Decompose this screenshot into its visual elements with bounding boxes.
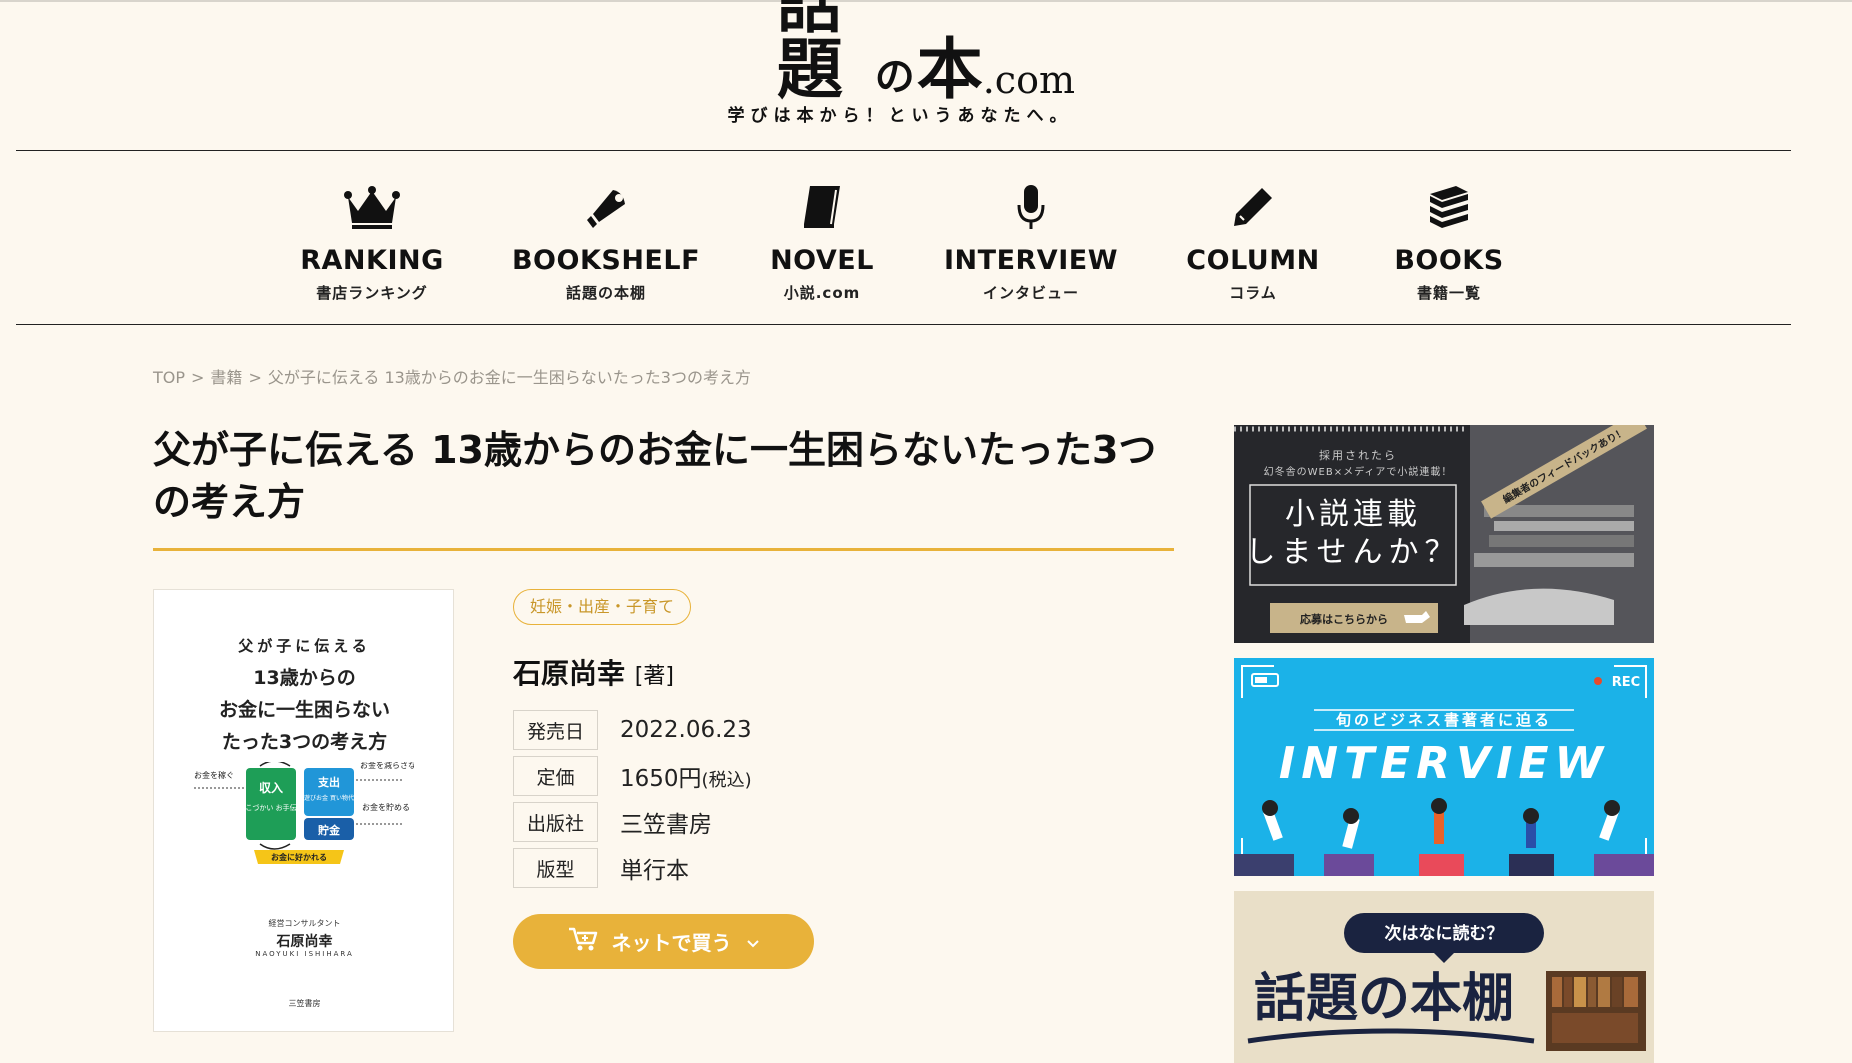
cover-author: 石原尚幸 [276,934,333,950]
title-underline [153,548,1174,551]
author-name[interactable]: 石原尚幸 [513,657,625,690]
novel-banner-main1: 小説連載 [1285,497,1421,532]
cover-title-line1: 父が子に伝える [238,637,371,655]
info-label: 発売日 [513,710,598,750]
buy-online-button[interactable]: ネットで買う [513,914,814,969]
nav-divider [16,324,1791,325]
breadcrumb-current: 父が子に伝える 13歳からのお金に一生困らないたった3つの考え方 [267,368,751,387]
logo-text-com: .com [982,58,1075,102]
breadcrumb-books-link[interactable]: 書籍 [210,368,242,387]
main-nav: RANKING 書店ランキング BOOKSHELF 話題の本棚 NOVEL 小説… [0,151,1852,323]
chevron-down-icon [746,930,760,954]
author-line: 石原尚幸 [著] [513,652,674,692]
nav-item-novel[interactable]: NOVEL 小説.com [712,181,932,303]
info-value: 2022.06.23 [620,717,752,743]
breadcrumb: TOP > 書籍 > 父が子に伝える 13歳からのお金に一生困らないたった3つの考え方 [153,364,751,388]
cover-box-saving-label: 貯金 [318,823,341,837]
info-label: 版型 [513,848,598,888]
crown-icon [262,181,482,233]
info-value: 1650円(税込) [620,766,752,792]
interview-banner-main: INTERVIEW [1279,738,1609,789]
interview-banner[interactable]: REC 旬のビジネス書著者に迫る INTERVIEW [1234,658,1654,876]
cover-title: 父が子に伝える 13歳からの お金に一生困らない たった3つの考え方 [154,630,455,758]
tax-note: (税込) [701,770,752,791]
nav-label-jp: 書籍一覧 [1416,284,1481,302]
nav-label-jp: 書店ランキング [316,284,428,302]
info-label: 定価 [513,756,598,796]
breadcrumb-top-link[interactable]: TOP [153,368,185,387]
cover-title-line3: お金に一生困らない [218,699,390,721]
nav-label-en: INTERVIEW [944,245,1118,276]
novel-banner-button: 応募はこちらから [1300,612,1388,626]
info-row-format: 版型 単行本 [513,845,752,891]
info-value: 単行本 [620,858,689,884]
interview-banner-sub: 旬のビジネス書著者に迫る [1335,711,1552,729]
book-icon [712,181,932,233]
info-value: 三笠書房 [620,812,712,838]
nav-item-interview[interactable]: INTERVIEW インタビュー [921,181,1141,303]
site-tagline: 学びは本から！というあなたへ。 [727,106,1073,126]
nav-label-jp: 話題の本棚 [565,284,646,302]
microphone-icon [921,181,1141,233]
cover-diagram: 収入 おこづかい お手伝い 支出 遊びお金 買い物代 貯金 お金を稼ぐ お金を減… [194,762,414,864]
nav-label-en: BOOKS [1394,245,1504,276]
megaphone-icon [496,181,716,233]
breadcrumb-separator: > [191,368,205,387]
site-header: 話題 の 本 .com 学びは本から！というあなたへ。 [0,0,1852,150]
cart-icon [568,926,598,957]
cover-box-income-sub: おこづかい お手伝い [238,803,303,812]
nav-label-jp: インタビュー [982,284,1079,302]
nav-label-jp: コラム [1229,284,1277,302]
cover-label-not-reduce: お金を減らさない [360,762,414,770]
bookshelf-banner-main: 話題の本棚 [1254,969,1514,1029]
nav-label-jp: 小説.com [783,284,861,302]
book-info-table: 発売日 2022.06.23 定価 1650円(税込) 出版社 三笠書房 版型 … [513,707,752,891]
cover-box-expense-sub: 遊びお金 買い物代 [304,794,354,802]
nav-item-column[interactable]: COLUMN コラム [1143,181,1363,303]
rec-dot-icon [1594,677,1602,685]
novel-banner-sub-text: 幻冬舎のWEB×メディアで小説連載！ [1264,465,1453,478]
cover-box-income-label: 収入 [259,781,283,795]
nav-item-books[interactable]: BOOKS 書籍一覧 [1339,181,1559,303]
novel-banner-top-text: 採用されたら [1319,448,1397,462]
cover-bottom-badge-label: お金に好かれる [271,852,327,862]
book-cover-image: 父が子に伝える 13歳からの お金に一生困らない たった3つの考え方 収入 おこ… [153,589,454,1032]
info-row-price: 定価 1650円(税込) [513,753,752,799]
novel-banner-main2: しませんか？ [1245,535,1460,570]
bookshelf-banner-bubble: 次はなに読む？ [1385,923,1504,944]
cover-box-expense-label: 支出 [317,775,340,789]
logo-text-main: 話題 [776,0,843,108]
cover-title-line2: 13歳からの [253,667,356,689]
cover-label-save: お金を貯める [362,802,410,812]
books-stack-icon [1339,181,1559,233]
author-role: [著] [634,664,674,689]
open-book-illustration [1546,971,1646,1051]
cover-author-role: 経営コンサルタント [268,919,341,928]
nav-item-bookshelf[interactable]: BOOKSHELF 話題の本棚 [496,181,716,303]
novel-recruit-banner[interactable]: 採用されたら 幻冬舎のWEB×メディアで小説連載！ 編集者のフィードバックあり！… [1234,425,1654,643]
nav-label-en: RANKING [300,245,444,276]
cover-author-en: NAOYUKI ISHIHARA [255,950,354,958]
nav-label-en: BOOKSHELF [511,245,701,276]
site-logo[interactable]: 話題 の 本 .com [745,0,1075,108]
cover-publisher: 三笠書房 [288,999,321,1008]
buy-button-label: ネットで買う [611,931,732,955]
cover-label-earn: お金を稼ぐ [194,770,234,780]
nav-label-en: NOVEL [770,245,874,276]
breadcrumb-separator: > [248,368,262,387]
bookshelf-banner[interactable]: 次はなに読む？ 話題の本棚 [1234,891,1654,1063]
info-label: 出版社 [513,802,598,842]
info-row-release-date: 発売日 2022.06.23 [513,707,752,753]
logo-text-no: の [874,53,915,100]
nav-label-en: COLUMN [1186,245,1320,276]
logo-text-hon: 本 [916,30,983,108]
category-tag[interactable]: 妊娠・出産・子育て [513,589,692,625]
pencil-icon [1143,181,1363,233]
nav-item-ranking[interactable]: RANKING 書店ランキング [262,181,482,303]
info-row-publisher: 出版社 三笠書房 [513,799,752,845]
rec-label: REC [1612,675,1640,690]
page-title: 父が子に伝える 13歳からのお金に一生困らないたった3つの考え方 [153,428,1157,524]
cover-title-line4: たった3つの考え方 [221,731,388,753]
